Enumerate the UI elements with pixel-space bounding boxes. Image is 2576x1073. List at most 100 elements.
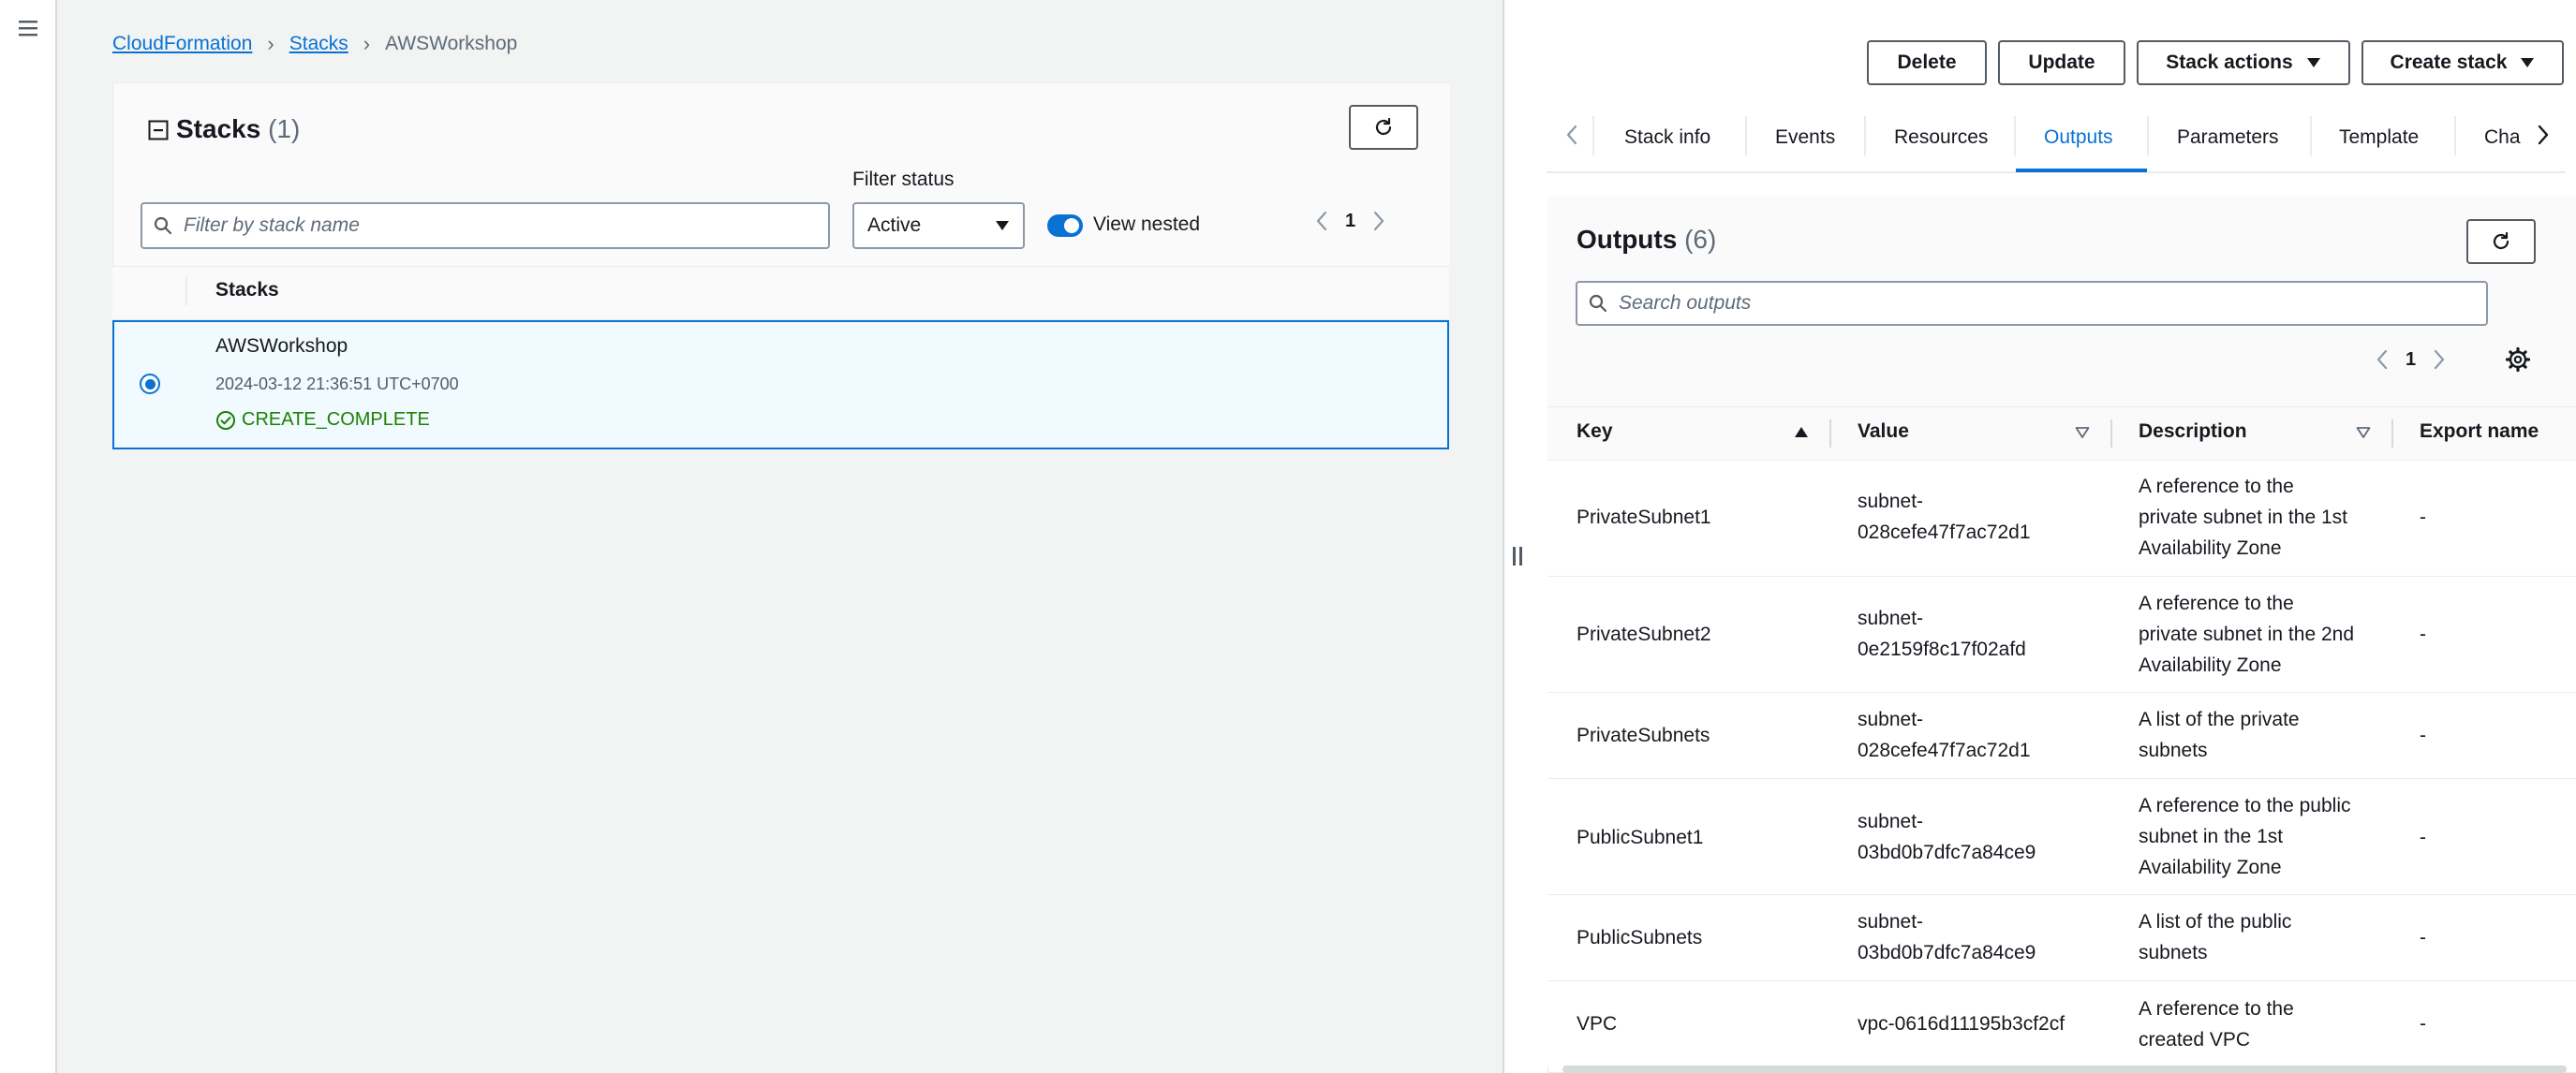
breadcrumb-cloudformation[interactable]: CloudFormation	[112, 33, 252, 55]
view-nested-label: View nested	[1093, 213, 1201, 235]
caret-down-icon	[2520, 57, 2535, 68]
search-icon	[1577, 294, 1619, 313]
update-button-label: Update	[2028, 51, 2095, 73]
output-export-name: -	[2420, 927, 2426, 948]
stack-status: CREATE_COMPLETE	[215, 409, 430, 431]
outputs-search-field[interactable]	[1576, 281, 2488, 326]
create-stack-label: Create stack	[2390, 51, 2508, 73]
delete-button[interactable]: Delete	[1867, 40, 1987, 85]
delete-button-label: Delete	[1897, 51, 1957, 73]
output-value-line: vpc-0616d11195b3cf2cf	[1858, 1013, 2065, 1035]
chevron-right-icon[interactable]	[1372, 210, 1385, 232]
tab-parameters[interactable]: Parameters	[2177, 109, 2279, 167]
sort-asc-icon[interactable]	[1793, 424, 1810, 441]
stack-search-input[interactable]	[184, 204, 828, 247]
output-value-line: 03bd0b7dfc7a84ce9	[1858, 842, 2036, 863]
stacks-table-header	[112, 266, 1449, 320]
breadcrumb-stacks[interactable]: Stacks	[289, 33, 348, 55]
output-description: A list of the private subnets	[2139, 704, 2300, 766]
output-value: subnet- 028cefe47f7ac72d1	[1858, 486, 2031, 548]
settings-icon[interactable]	[2505, 346, 2531, 373]
tab-resources[interactable]: Resources	[1894, 109, 1988, 167]
output-key: PublicSubnets	[1577, 927, 1703, 948]
output-description-line: subnet in the 1st	[2139, 826, 2284, 847]
tab-stack-info[interactable]: Stack info	[1624, 109, 1710, 167]
create-stack-button[interactable]: Create stack	[2361, 40, 2564, 85]
caret-down-icon	[995, 220, 1010, 231]
stacks-refresh-button[interactable]	[1349, 105, 1418, 150]
output-value: subnet- 03bd0b7dfc7a84ce9	[1858, 906, 2036, 968]
sort-icon[interactable]	[2074, 424, 2091, 441]
sort-icon[interactable]	[2355, 424, 2372, 441]
chevron-left-icon[interactable]	[1315, 210, 1328, 232]
stacks-panel-title: Stacks (1)	[176, 114, 300, 144]
column-header-export-name[interactable]: Export name	[2420, 420, 2539, 443]
output-description-line: A reference to the	[2139, 476, 2294, 497]
collapse-icon[interactable]	[148, 120, 169, 140]
pane-splitter	[1503, 0, 1504, 1073]
column-header-value[interactable]: Value	[1858, 420, 1909, 443]
stacks-count: (1)	[268, 114, 301, 143]
output-description-line: A reference to the	[2139, 998, 2294, 1020]
output-description-line: Availability Zone	[2139, 537, 2282, 559]
stacks-column-header: Stacks	[215, 279, 279, 301]
filter-status-label: Filter status	[852, 169, 955, 190]
output-value-line: subnet-	[1858, 608, 1924, 629]
chevron-right-icon[interactable]	[2433, 348, 2446, 371]
chevron-right-icon[interactable]	[2529, 120, 2557, 150]
filter-status-value: Active	[867, 214, 922, 236]
output-description-line: subnets	[2139, 740, 2208, 761]
tab-events[interactable]: Events	[1775, 109, 1835, 167]
chevron-left-icon[interactable]	[2376, 348, 2389, 371]
output-key: PrivateSubnet2	[1577, 624, 1711, 645]
output-value-line: 03bd0b7dfc7a84ce9	[1858, 942, 2036, 963]
tab-outputs[interactable]: Outputs	[2044, 109, 2113, 167]
output-value-line: subnet-	[1858, 709, 1924, 730]
output-value-line: subnet-	[1858, 491, 1924, 512]
output-value: subnet- 03bd0b7dfc7a84ce9	[1858, 806, 2036, 868]
output-description-line: A list of the private	[2139, 709, 2300, 730]
output-description: A reference to the private subnet in the…	[2139, 471, 2347, 564]
output-value-line: 0e2159f8c17f02afd	[1858, 639, 2026, 660]
outputs-title: Outputs (6)	[1577, 225, 1716, 255]
output-value: subnet- 028cefe47f7ac72d1	[1858, 704, 2031, 766]
output-key: PrivateSubnets	[1577, 725, 1710, 746]
column-header-description[interactable]: Description	[2139, 420, 2247, 443]
stack-actions-label: Stack actions	[2166, 51, 2293, 73]
outputs-pagination: 1	[2376, 345, 2446, 375]
output-description-line: created VPC	[2139, 1029, 2251, 1051]
success-icon	[215, 410, 236, 431]
horizontal-scrollbar[interactable]	[1562, 1066, 2567, 1073]
output-export-name: -	[2420, 1013, 2426, 1035]
menu-icon[interactable]	[17, 17, 39, 39]
chevron-right-icon: ›	[363, 32, 371, 55]
stacks-page-number[interactable]: 1	[1345, 211, 1355, 232]
update-button[interactable]: Update	[1998, 40, 2125, 85]
refresh-icon	[1372, 116, 1395, 139]
chevron-left-icon[interactable]	[1558, 120, 1586, 150]
resize-handle[interactable]	[1510, 547, 1525, 567]
stack-actions-button[interactable]: Stack actions	[2137, 40, 2350, 85]
stack-row-radio[interactable]	[140, 374, 160, 394]
view-nested-toggle[interactable]	[1047, 214, 1083, 237]
outputs-page-number[interactable]: 1	[2406, 349, 2416, 371]
output-value: subnet- 0e2159f8c17f02afd	[1858, 603, 2026, 665]
output-value-line: 028cefe47f7ac72d1	[1858, 740, 2031, 761]
column-header-key[interactable]: Key	[1577, 420, 1613, 443]
outputs-title-text: Outputs	[1577, 225, 1678, 254]
caret-down-icon	[2306, 57, 2321, 68]
tab-change-sets[interactable]: Cha	[2484, 109, 2533, 167]
stack-status-text: CREATE_COMPLETE	[242, 409, 430, 430]
outputs-refresh-button[interactable]	[2466, 219, 2536, 264]
output-description-line: Availability Zone	[2139, 857, 2282, 878]
stack-created-time: 2024-03-12 21:36:51 UTC+0700	[215, 375, 459, 393]
output-description-line: A reference to the	[2139, 593, 2294, 614]
stack-search-field[interactable]	[141, 202, 830, 249]
tab-template[interactable]: Template	[2339, 109, 2419, 167]
stacks-title-text: Stacks	[176, 114, 261, 143]
output-description: A reference to the private subnet in the…	[2139, 588, 2354, 681]
breadcrumb-current: AWSWorkshop	[385, 33, 518, 54]
output-description-line: private subnet in the 1st	[2139, 507, 2347, 528]
filter-status-select[interactable]: Active	[852, 202, 1025, 249]
outputs-search-input[interactable]	[1619, 283, 2486, 324]
